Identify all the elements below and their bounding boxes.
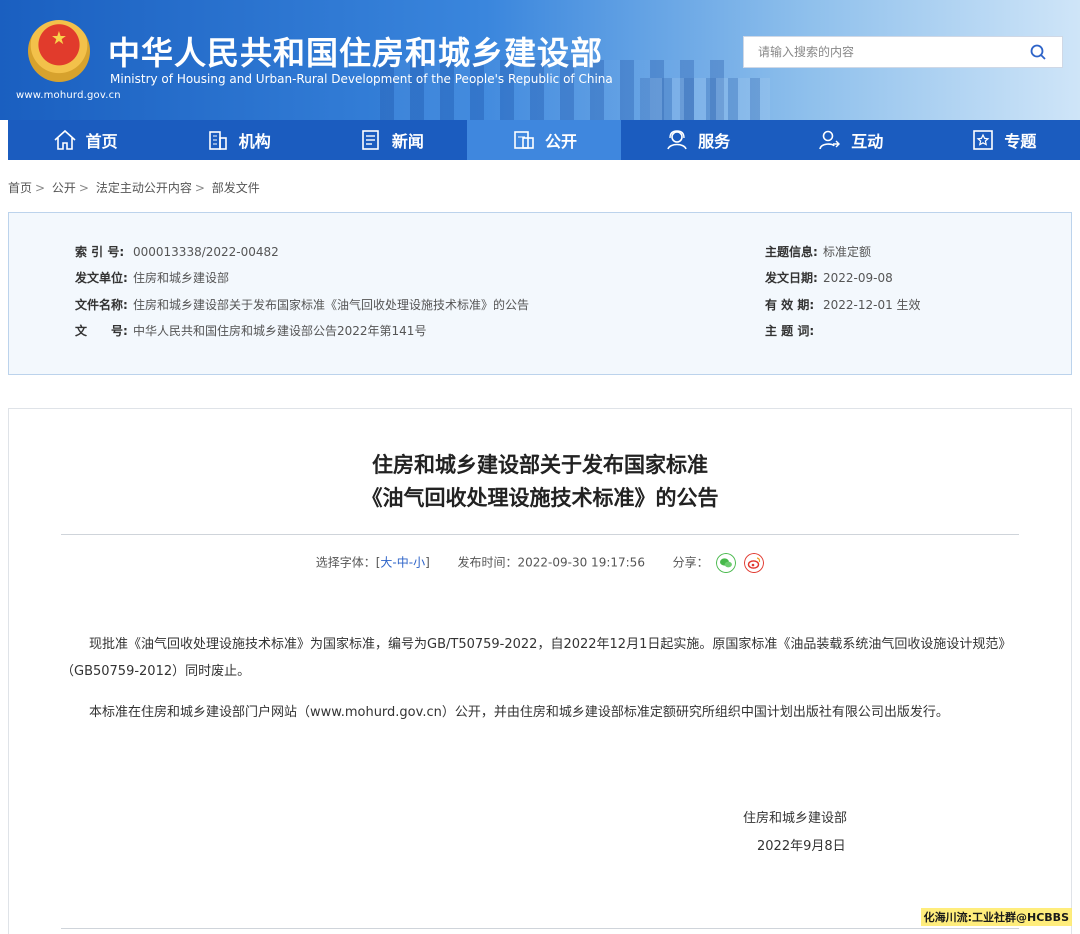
publish-label: 发布时间： [457,555,518,570]
breadcrumb-item-disclosure[interactable]: 公开 [52,181,76,195]
publish-time: 2022-09-30 19:17:56 [517,555,645,570]
interact-icon [819,130,841,150]
title-divider [61,534,1019,535]
document-info-panel: 索 引 号: 000013338/2022-00482 发文单位: 住房和城乡建设部… [8,212,1072,375]
disclosure-icon [514,131,534,149]
article-paragraph-2: 本标准在住房和城乡建设部门户网站（www.mohurd.gov.cn）公开，并由… [89,705,949,720]
building-icon [208,131,227,150]
home-icon [54,129,76,150]
info-topic: 主题信息: 标准定额 [765,245,872,259]
breadcrumb-item-home[interactable]: 首页 [8,181,32,195]
nav-item-interact[interactable]: 互动 [774,120,927,160]
weibo-share-icon[interactable] [744,553,765,573]
font-medium-button[interactable]: 中 [397,556,409,570]
signature-date: 2022年9月8日 [757,839,846,854]
nav-item-disclosure[interactable]: 公开 [467,120,621,160]
info-issuer: 发文单位: 住房和城乡建设部 [75,271,230,285]
wechat-share-icon[interactable] [716,553,737,573]
nav-item-home[interactable]: 首页 [8,120,161,160]
nav-label: 服务 [698,132,731,151]
site-title-en: Ministry of Housing and Urban-Rural Deve… [110,72,613,86]
main-nav: 首页 机构 新闻 公开 服务 互动 专题 [8,120,1080,160]
article: 住房和城乡建设部关于发布国家标准 《油气回收处理设施技术标准》的公告 选择字体：… [8,408,1072,934]
font-size-label: 选择字体：[ [315,555,381,570]
info-docname: 文件名称: 住房和城乡建设部关于发布国家标准《油气回收处理设施技术标准》的公告 [75,298,530,312]
search-input[interactable] [744,37,1014,67]
article-title-line1: 住房和城乡建设部关于发布国家标准 [372,453,708,477]
signature-org: 住房和城乡建设部 [743,811,848,826]
nav-item-topic[interactable]: 专题 [927,120,1080,160]
info-date: 发文日期: 2022-09-08 [765,271,893,285]
nav-item-organization[interactable]: 机构 [161,120,314,160]
site-url: www.mohurd.gov.cn [16,90,121,101]
font-size-close: ] [425,555,430,570]
nav-item-news[interactable]: 新闻 [314,120,467,160]
nav-label: 专题 [1004,132,1037,151]
nav-label: 互动 [851,132,884,151]
national-emblem-icon[interactable]: ★ [28,20,90,82]
article-title-line2: 《油气回收处理设施技术标准》的公告 [361,486,719,510]
search-icon[interactable] [1030,44,1046,60]
info-keyword: 主 题 词: [765,324,815,338]
search-box [743,36,1063,68]
site-header: ★ www.mohurd.gov.cn 中华人民共和国住房和城乡建设部 Mini… [0,0,1080,120]
info-docno: 文 号: 中华人民共和国住房和城乡建设部公告2022年第141号 [75,324,427,338]
footer-divider [61,928,1019,929]
info-index: 索 引 号: 000013338/2022-00482 [75,245,279,259]
watermark-label: 化海川流:工业社群@HCBBS [920,908,1072,926]
article-paragraph-1: 现批准《油气回收处理设施技术标准》为国家标准，编号为GB/T50759-2022… [61,637,1012,679]
breadcrumb: 首页 > 公开 > 法定主动公开内容 > 部发文件 [8,181,260,195]
news-icon [362,130,379,150]
share-label: 分享： [672,555,709,570]
site-title-cn[interactable]: 中华人民共和国住房和城乡建设部 [108,28,603,74]
nav-label: 机构 [238,132,271,151]
header-building-graphic-2 [640,78,770,120]
font-small-button[interactable]: 小 [413,556,425,570]
article-meta: 选择字体：[大-中-小] 发布时间：2022-09-30 19:17:56 分享… [9,553,1071,573]
info-valid: 有 效 期: 2022-12-01 生效 [765,298,921,312]
breadcrumb-item-statutory[interactable]: 法定主动公开内容 [96,181,192,195]
font-large-button[interactable]: 大 [380,556,392,570]
nav-item-service[interactable]: 服务 [621,120,774,160]
nav-label: 新闻 [391,132,424,151]
nav-label: 公开 [544,132,577,151]
topic-icon [973,130,994,150]
article-title: 住房和城乡建设部关于发布国家标准 《油气回收处理设施技术标准》的公告 [9,449,1071,515]
breadcrumb-item-documents[interactable]: 部发文件 [212,181,260,195]
nav-label: 首页 [85,132,118,151]
service-icon [667,130,687,150]
